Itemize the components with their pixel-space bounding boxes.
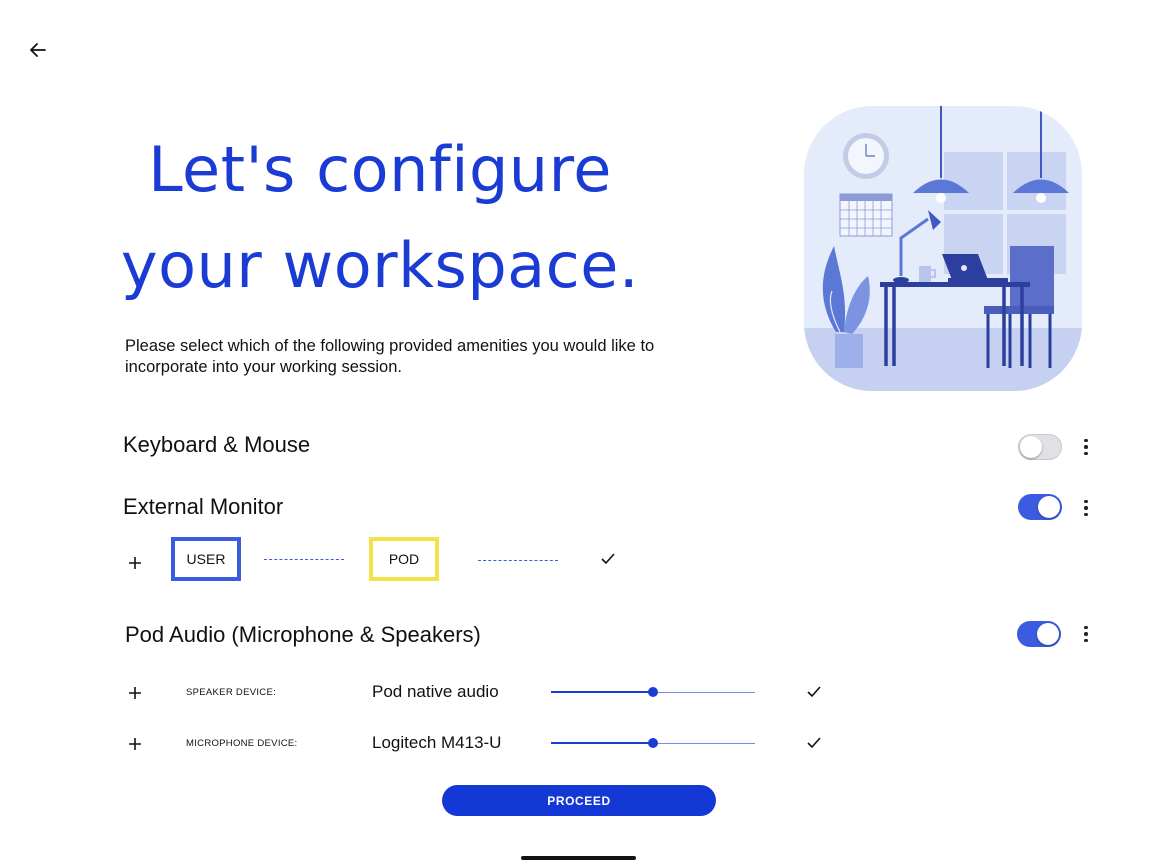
speaker-device-label: SPEAKER DEVICE: [186, 687, 277, 698]
microphone-volume-slider[interactable] [551, 735, 755, 751]
page-subtitle: Please select which of the following pro… [125, 337, 655, 376]
more-vert-icon [1084, 499, 1088, 517]
check-icon [807, 737, 821, 749]
microphone-confirm[interactable] [806, 736, 822, 755]
microphone-add-button[interactable] [125, 733, 145, 755]
speaker-add-button[interactable] [125, 682, 145, 704]
pod-audio-toggle[interactable] [1017, 621, 1061, 647]
microphone-device-name[interactable]: Logitech M413-U [372, 733, 501, 753]
external-monitor-toggle[interactable] [1018, 494, 1062, 520]
page-title: Let's configure your workspace. [100, 122, 660, 314]
proceed-button[interactable]: PROCEED [442, 785, 716, 816]
speaker-device-name[interactable]: Pod native audio [372, 682, 499, 702]
check-icon [807, 686, 821, 698]
amenity-external-monitor-label: External Monitor [123, 494, 284, 519]
back-button[interactable] [26, 38, 52, 62]
monitor-user-box[interactable]: USER [171, 537, 241, 581]
monitor-confirm[interactable] [600, 552, 616, 571]
monitor-pod-box[interactable]: POD [369, 537, 439, 581]
arrow-left-icon [30, 43, 46, 57]
workspace-illustration [804, 106, 1082, 391]
speaker-volume-slider[interactable] [551, 684, 755, 700]
microphone-device-label: MICROPHONE DEVICE: [186, 738, 298, 749]
home-indicator [521, 856, 636, 860]
keyboard-mouse-toggle[interactable] [1018, 434, 1062, 460]
external-monitor-more-button[interactable] [1079, 497, 1093, 519]
pod-audio-more-button[interactable] [1079, 623, 1093, 645]
amenity-keyboard-mouse-label: Keyboard & Mouse [123, 432, 311, 457]
more-vert-icon [1084, 438, 1088, 456]
title-line-1: Let's configure [148, 133, 612, 206]
plus-icon [129, 738, 141, 750]
more-vert-icon [1084, 625, 1088, 643]
title-line-2: your workspace. [120, 229, 640, 302]
monitor-add-button[interactable] [125, 552, 145, 574]
speaker-confirm[interactable] [806, 685, 822, 704]
keyboard-mouse-more-button[interactable] [1079, 436, 1093, 458]
plus-icon [129, 557, 141, 569]
plus-icon [129, 687, 141, 699]
amenity-pod-audio-label: Pod Audio (Microphone & Speakers) [125, 622, 481, 647]
connector-line [478, 560, 558, 561]
connector-line [264, 559, 344, 560]
check-icon [601, 553, 615, 565]
